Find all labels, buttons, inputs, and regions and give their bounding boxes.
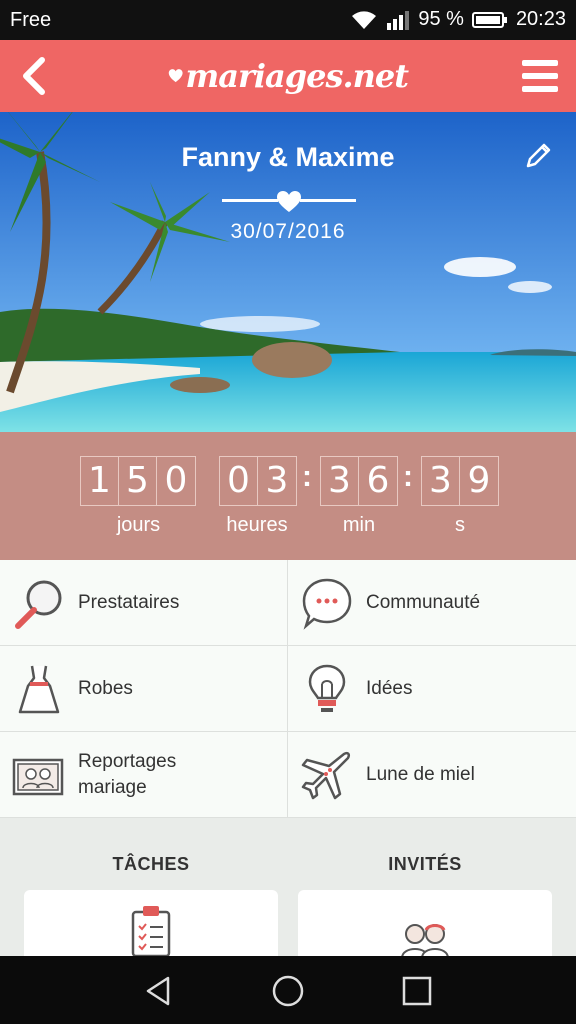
heart-divider-icon — [222, 191, 356, 212]
digit: 5 — [119, 457, 157, 505]
hours-counter: 0 3 — [219, 456, 297, 506]
menu-item-label: Communauté — [366, 591, 481, 613]
minutes-counter: 3 6 — [320, 456, 398, 506]
separator: : — [302, 460, 312, 493]
digit: 3 — [265, 460, 289, 501]
days-counter: 1 5 0 — [80, 456, 196, 506]
digit: 0 — [220, 457, 258, 505]
couple-names: Fanny & Maxime — [181, 142, 395, 172]
guests-icon — [400, 924, 450, 959]
back-arrow-icon[interactable] — [14, 54, 58, 98]
wedding-date: 30/07/2016 — [230, 220, 346, 243]
back-triangle-icon[interactable] — [142, 974, 176, 1008]
clock: 20:23 — [515, 8, 566, 30]
status-bar: Free 95 % 20:23 — [0, 0, 576, 40]
seconds-counter: 3 9 — [421, 456, 499, 506]
airplane-icon — [301, 751, 351, 799]
carrier-name: Free — [10, 9, 52, 31]
signal-icon — [387, 10, 410, 30]
digit: 9 — [467, 460, 491, 501]
digit: 1 — [81, 457, 119, 505]
menu-item-label: Robes — [78, 677, 133, 699]
lightbulb-icon — [308, 664, 346, 712]
menu-item-label: Lune de miel — [366, 763, 475, 785]
menu-item-lune-de-miel[interactable]: Lune de miel — [287, 732, 576, 818]
home-circle-icon[interactable] — [271, 974, 305, 1008]
days-label: jours — [116, 514, 161, 536]
recent-apps-square-icon[interactable] — [400, 974, 434, 1008]
wifi-icon — [352, 10, 377, 29]
menu-item-label-line: Reportages — [78, 750, 177, 772]
hours-label: heures — [226, 514, 288, 536]
menu-item-label: Prestataires — [78, 591, 180, 613]
separator: : — [403, 460, 413, 493]
menu-grid: Prestataires Communauté Robes Idées Repo… — [0, 560, 576, 818]
digit: 3 — [321, 457, 359, 505]
battery-icon — [471, 11, 507, 28]
digit: 6 — [366, 460, 390, 501]
section-title-taches: TÂCHES — [112, 854, 190, 874]
hamburger-menu-icon[interactable] — [518, 54, 562, 98]
speech-bubble-icon — [302, 578, 352, 630]
clipboard-checklist-icon — [131, 906, 171, 958]
menu-item-reportages[interactable]: Reportages mariage — [0, 732, 287, 818]
digit: 3 — [422, 457, 460, 505]
pencil-edit-icon[interactable] — [524, 140, 554, 170]
countdown-panel: 1 5 0 0 3 : 3 6 : 3 9 jours heures min s — [0, 432, 576, 560]
menu-item-prestataires[interactable]: Prestataires — [0, 560, 287, 646]
seconds-label: s — [455, 514, 465, 536]
menu-item-label-line: mariage — [78, 776, 147, 798]
menu-item-label: Reportages mariage — [78, 749, 176, 801]
section-title-invites: INVITÉS — [388, 854, 462, 874]
system-nav-bar — [0, 956, 576, 1024]
wedding-dress-icon — [18, 665, 60, 713]
menu-item-communaute[interactable]: Communauté — [287, 560, 576, 646]
brand-logo[interactable]: mariages.net — [168, 46, 409, 106]
minutes-label: min — [342, 514, 376, 536]
photo-album-icon — [12, 758, 64, 795]
battery-percent: 95 % — [418, 8, 464, 30]
menu-item-robes[interactable]: Robes — [0, 646, 287, 732]
menu-item-label: Idées — [366, 677, 413, 699]
brand-name: mariages.net — [185, 57, 409, 95]
magnifier-icon — [15, 580, 62, 629]
dashboard-sections: TÂCHES INVITÉS — [0, 818, 576, 970]
menu-item-idees[interactable]: Idées — [287, 646, 576, 732]
hero-banner: Fanny & Maxime 30/07/2016 — [0, 112, 576, 432]
app-header: mariages.net — [0, 40, 576, 112]
status-indicators: 95 % 20:23 — [350, 8, 566, 31]
digit: 0 — [164, 460, 188, 501]
heart-logo-icon — [168, 69, 183, 83]
